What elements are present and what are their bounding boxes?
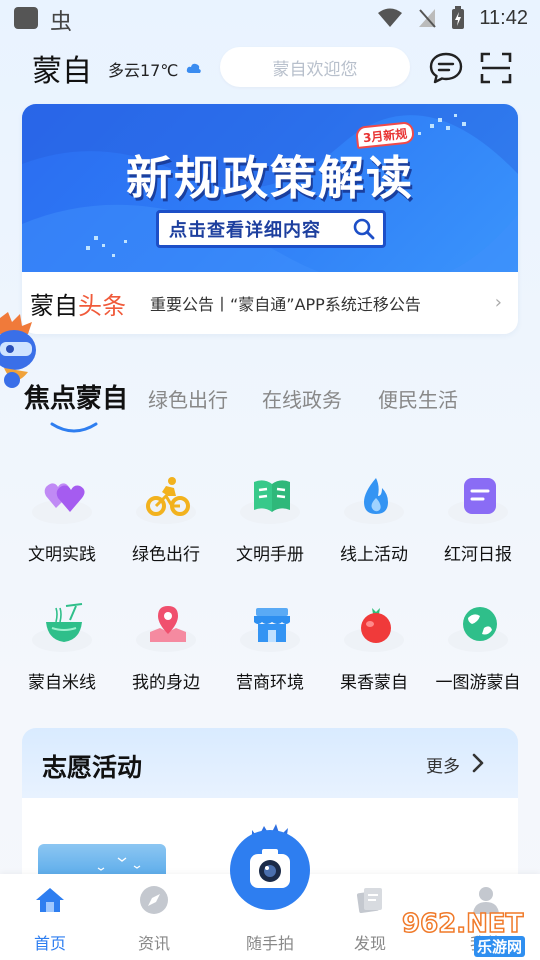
svg-text:962.NET: 962.NET — [402, 909, 524, 939]
headline-brand-secondary: 头条 — [78, 291, 126, 320]
grid-item-civilization-handbook[interactable]: 文明手册 — [218, 470, 322, 580]
grid-item-nearby[interactable]: 我的身边 — [114, 598, 218, 708]
camera-button[interactable] — [222, 816, 318, 912]
headline-news-row[interactable]: 蒙自 头条 重要公告丨“蒙自通”APP系统迁移公告 › — [22, 272, 518, 334]
nav-home[interactable]: 首页 — [0, 874, 100, 960]
map-pin-icon — [150, 606, 186, 642]
grid-label: 我的身边 — [132, 673, 200, 693]
wifi-icon — [378, 8, 403, 27]
search-input[interactable]: 蒙自欢迎您 — [220, 47, 410, 87]
volunteer-title: 志愿活动 — [42, 753, 143, 782]
volunteer-more-link[interactable]: 更多 — [426, 752, 460, 777]
hearts-icon — [44, 483, 85, 512]
grid-item-fruity-mengzi[interactable]: 果香蒙自 — [322, 598, 426, 708]
grid-label: 一图游蒙自 — [435, 673, 521, 693]
cloud-icon — [186, 63, 201, 73]
status-bar: 虫 11:42 — [0, 0, 540, 36]
search-icon — [345, 213, 383, 245]
grid-label: 蒙自米线 — [28, 673, 96, 693]
tab-convenience[interactable]: 便民生活 — [378, 384, 458, 413]
watermark-text: 乐游网 — [474, 936, 526, 957]
grid-label: 文明实践 — [28, 545, 96, 565]
top-header: 蒙自 多云17℃ 蒙自欢迎您 — [0, 42, 540, 94]
chevron-right-icon: › — [494, 292, 502, 313]
city-name[interactable]: 蒙自 — [32, 46, 92, 90]
tab-focus-mengzi[interactable]: 焦点蒙自 — [24, 378, 128, 415]
grid-item-civilization-practice[interactable]: 文明实践 — [10, 470, 114, 580]
grid-item-mengzi-rice-noodle[interactable]: 蒙自米线 — [10, 598, 114, 708]
grid-label: 红河日报 — [444, 545, 512, 565]
weather-text: 多云17℃ — [108, 61, 179, 80]
grid-label: 果香蒙自 — [340, 673, 408, 693]
grid-label: 文明手册 — [236, 545, 304, 565]
flame-icon — [364, 478, 388, 514]
chevron-right-icon[interactable] — [470, 752, 486, 774]
scan-icon[interactable] — [478, 50, 514, 86]
grid-label: 绿色出行 — [132, 545, 200, 565]
noodle-bowl-icon — [46, 603, 83, 642]
grid-item-honghe-daily[interactable]: 红河日报 — [426, 470, 530, 580]
site-watermark: 962.NET 乐游网 — [400, 906, 536, 957]
cyclist-icon — [146, 477, 190, 516]
view-details-label: 点击查看详细内容 — [169, 220, 321, 241]
globe-icon — [463, 607, 497, 641]
headline-text: 重要公告丨“蒙自通”APP系统迁移公告 — [150, 295, 421, 314]
nav-snap-label[interactable]: 随手拍 — [220, 930, 320, 954]
clock: 11:42 — [479, 6, 528, 29]
tab-online-gov[interactable]: 在线政务 — [262, 384, 342, 413]
message-icon[interactable] — [428, 50, 464, 86]
nav-label: 资讯 — [137, 934, 170, 953]
policy-banner[interactable]: 3月新规 新规政策解读 点击查看详细内容 — [22, 104, 518, 272]
compass-icon — [140, 886, 168, 914]
active-tab-indicator — [50, 422, 98, 433]
shop-icon — [254, 608, 290, 642]
no-signal-icon — [419, 9, 437, 28]
discover-icon — [356, 888, 382, 914]
book-icon — [254, 480, 290, 512]
home-icon — [36, 888, 64, 912]
grid-item-map-tour[interactable]: 一图游蒙自 — [426, 598, 530, 708]
grid-label: 营商环境 — [236, 673, 304, 693]
tab-green-travel[interactable]: 绿色出行 — [148, 384, 228, 413]
nav-news[interactable]: 资讯 — [104, 874, 204, 960]
grid-label: 线上活动 — [340, 545, 408, 565]
debug-bug-icon: 虫 — [50, 10, 73, 35]
banner-title: 新规政策解读 — [126, 151, 414, 205]
headline-card: 3月新规 新规政策解读 点击查看详细内容 蒙自 头条 重要公告丨“蒙自通”APP… — [22, 104, 518, 334]
view-details-button[interactable]: 点击查看详细内容 — [156, 210, 386, 248]
app-notification-icon — [14, 7, 38, 29]
newspaper-icon — [464, 478, 496, 514]
status-indicators: 11:42 — [377, 6, 528, 30]
nav-label: 首页 — [33, 934, 66, 953]
battery-icon — [452, 6, 465, 29]
grid-item-green-travel[interactable]: 绿色出行 — [114, 470, 218, 580]
pomegranate-icon — [361, 608, 391, 643]
grid-item-online-activity[interactable]: 线上活动 — [322, 470, 426, 580]
grid-item-business-environment[interactable]: 营商环境 — [218, 598, 322, 708]
category-tabs: 焦点蒙自 绿色出行 在线政务 便民生活 — [0, 378, 540, 434]
